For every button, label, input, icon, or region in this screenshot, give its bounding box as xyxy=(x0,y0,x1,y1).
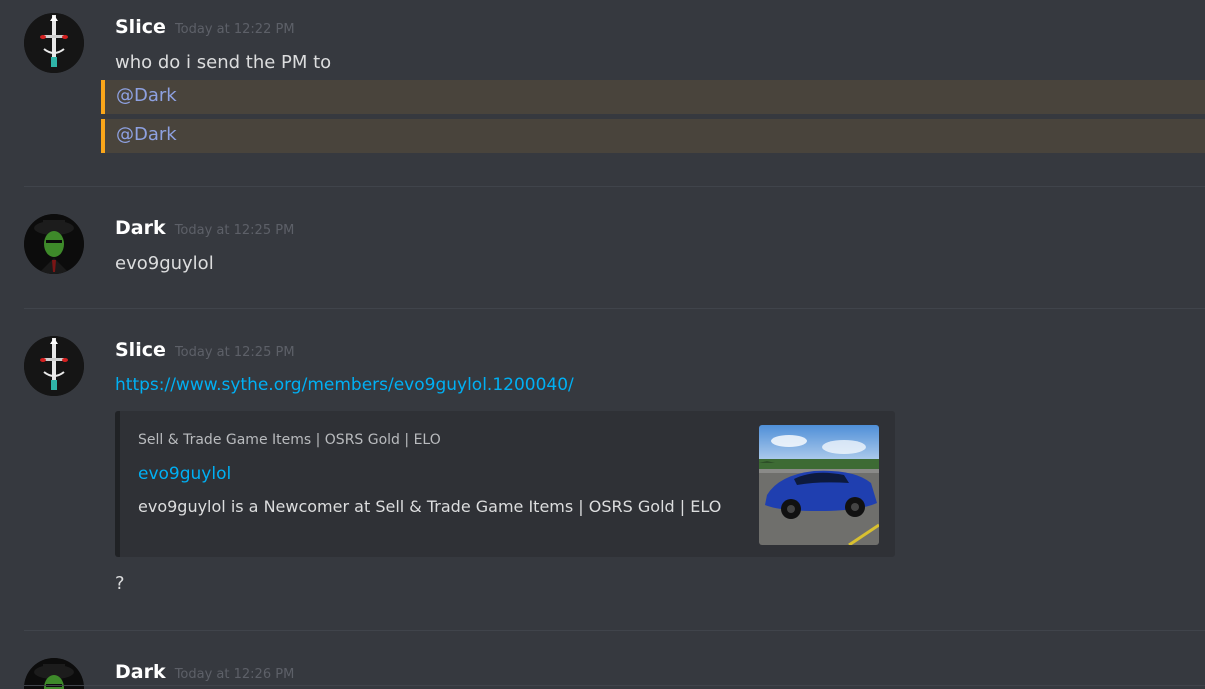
timestamp[interactable]: Today at 12:22 PM xyxy=(175,22,295,37)
dark-avatar-icon xyxy=(24,214,84,274)
car-photo-icon xyxy=(759,425,879,545)
embed-provider: Sell & Trade Game Items | OSRS Gold | EL… xyxy=(138,432,441,448)
embed-description: evo9guylol is a Newcomer at Sell & Trade… xyxy=(138,497,722,516)
message-header: Slice Today at 12:22 PM xyxy=(115,16,295,38)
message-text: ? xyxy=(115,573,125,594)
mention-highlight-row: @Dark xyxy=(101,119,1205,153)
timestamp[interactable]: Today at 12:26 PM xyxy=(175,667,295,682)
username[interactable]: Dark xyxy=(115,661,166,683)
username[interactable]: Dark xyxy=(115,217,166,239)
timestamp[interactable]: Today at 12:25 PM xyxy=(175,345,295,360)
message-divider xyxy=(24,630,1205,631)
user-mention[interactable]: @Dark xyxy=(116,85,177,106)
message-text: who do i send the PM to xyxy=(115,52,332,73)
avatar-slice[interactable] xyxy=(24,13,84,73)
slice-avatar-icon xyxy=(24,336,84,396)
slice-avatar-icon xyxy=(24,13,84,73)
username[interactable]: Slice xyxy=(115,339,166,361)
message-divider xyxy=(24,186,1205,187)
message-divider xyxy=(24,685,1205,686)
chat-messages: Slice Today at 12:22 PM who do i send th… xyxy=(0,0,1205,689)
username[interactable]: Slice xyxy=(115,16,166,38)
embed-thumbnail[interactable] xyxy=(759,425,879,545)
message-header: Dark Today at 12:26 PM xyxy=(115,661,294,683)
timestamp[interactable]: Today at 12:25 PM xyxy=(175,223,295,238)
embed-title-link[interactable]: evo9guylol xyxy=(138,464,231,484)
message-header: Slice Today at 12:25 PM xyxy=(115,339,295,361)
user-mention[interactable]: @Dark xyxy=(116,124,177,145)
message-link[interactable]: https://www.sythe.org/members/evo9guylol… xyxy=(115,375,574,395)
link-embed: Sell & Trade Game Items | OSRS Gold | EL… xyxy=(115,411,895,557)
message-divider xyxy=(24,308,1205,309)
message-header: Dark Today at 12:25 PM xyxy=(115,217,294,239)
avatar-dark[interactable] xyxy=(24,214,84,274)
message-text: evo9guylol xyxy=(115,253,214,274)
mention-highlight-row: @Dark xyxy=(101,80,1205,114)
avatar-slice[interactable] xyxy=(24,336,84,396)
